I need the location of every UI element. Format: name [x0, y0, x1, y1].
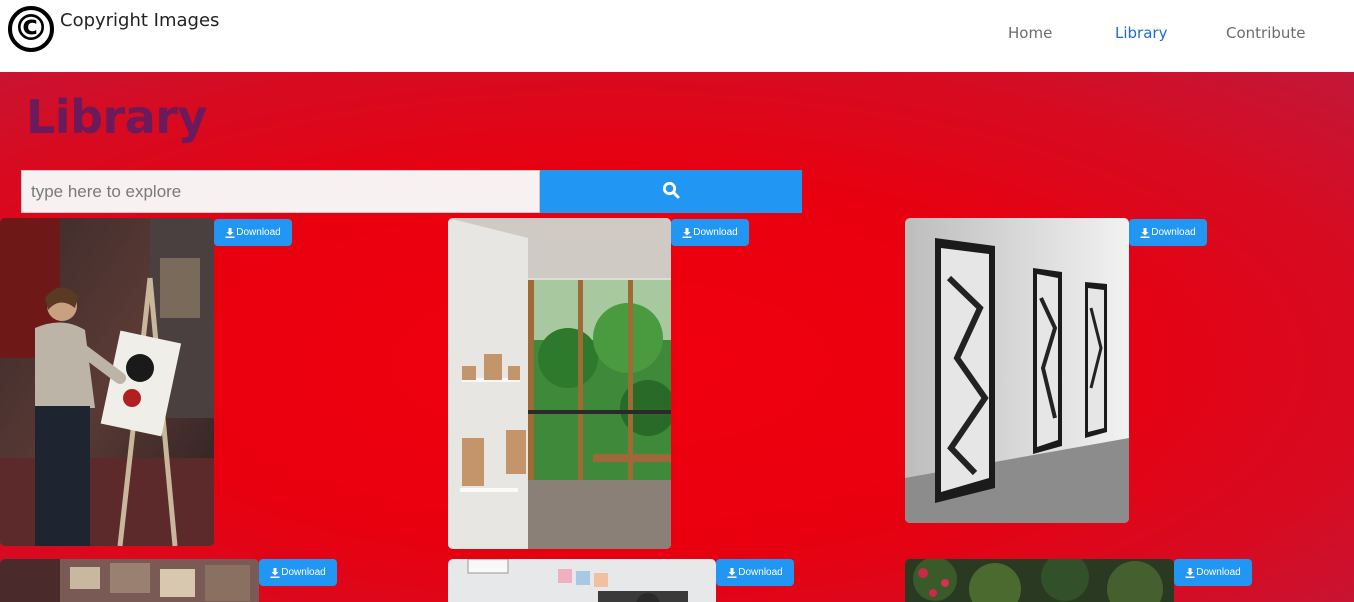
download-label: Download	[693, 227, 738, 238]
download-icon	[270, 567, 280, 578]
search-button[interactable]	[540, 170, 802, 213]
gallery-image-office	[448, 559, 716, 602]
download-button[interactable]: Download	[671, 219, 749, 246]
copyright-logo-icon: ©	[8, 6, 54, 52]
search-icon	[662, 181, 680, 202]
gallery-image-sunroom	[448, 218, 671, 549]
library-section: Library type here to explore Download Do…	[0, 72, 1354, 602]
search-input[interactable]	[21, 170, 540, 213]
nav-contribute-link[interactable]: Contribute	[1226, 24, 1306, 42]
download-icon	[682, 227, 692, 238]
download-button[interactable]: Download	[214, 219, 292, 246]
download-icon	[727, 567, 737, 578]
download-icon	[225, 227, 235, 238]
nav-home-link[interactable]: Home	[1008, 24, 1052, 42]
download-button[interactable]: Download	[1129, 219, 1207, 246]
download-button[interactable]: Download	[259, 559, 337, 586]
download-icon	[1140, 227, 1150, 238]
page-title: Library	[26, 90, 207, 144]
download-icon	[1185, 567, 1195, 578]
search-bar	[21, 170, 802, 213]
navbar: © Copyright Images Home Library Contribu…	[0, 0, 1354, 72]
gallery-image-artist	[0, 218, 214, 546]
download-label: Download	[738, 567, 783, 578]
download-button[interactable]: Download	[1174, 559, 1252, 586]
download-button[interactable]: Download	[716, 559, 794, 586]
download-label: Download	[281, 567, 326, 578]
nav-library-link[interactable]: Library	[1115, 24, 1167, 42]
download-label: Download	[236, 227, 281, 238]
brand[interactable]: © Copyright Images	[8, 6, 219, 52]
gallery-image-plants	[905, 559, 1174, 602]
gallery-image-collage	[0, 559, 259, 602]
download-label: Download	[1196, 567, 1241, 578]
brand-name: Copyright Images	[60, 10, 220, 31]
gallery-image-artwall	[905, 218, 1129, 523]
download-label: Download	[1151, 227, 1196, 238]
